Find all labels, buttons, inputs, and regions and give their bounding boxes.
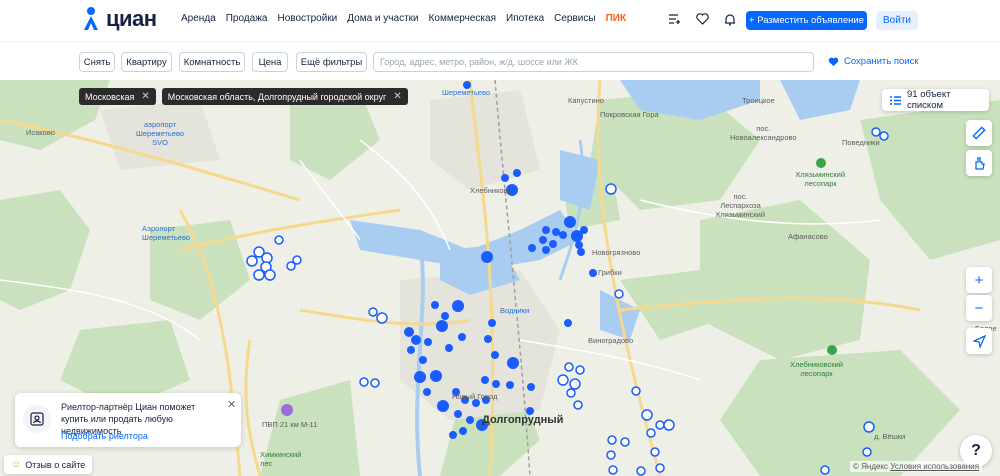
deal-type-filter[interactable]: Снять bbox=[79, 52, 115, 72]
nav-sale[interactable]: Продажа bbox=[226, 13, 268, 24]
map-label-kapustino: Капустино bbox=[568, 96, 604, 105]
map-label-vodniki: Водники bbox=[500, 306, 530, 315]
map-label-khlebnikovo: Хлебниково bbox=[470, 186, 512, 195]
logo-text: циан bbox=[106, 6, 157, 31]
chip-dolgoprudny-district[interactable]: Московская область, Долгопрудный городск… bbox=[161, 88, 408, 105]
chip-label: Московская bbox=[85, 91, 135, 102]
price-filter[interactable]: Цена bbox=[252, 52, 288, 72]
map-label-isakovo: Исаково bbox=[26, 128, 55, 137]
map-label-khlebnikovsky: Хлебниковский лесопарк bbox=[790, 360, 843, 378]
main-nav: Аренда Продажа Новостройки Дома и участк… bbox=[181, 13, 636, 24]
list-view-label: 91 объект списком bbox=[906, 89, 951, 111]
save-search-button[interactable]: Сохранить поиск bbox=[828, 56, 919, 67]
map-label-afanasovo: Афанасово bbox=[788, 232, 828, 241]
yandex-copyright: © Яндекс Условия использования bbox=[850, 461, 983, 472]
draw-area-button[interactable] bbox=[966, 150, 992, 176]
find-realtor-link[interactable]: Подобрать риелтора bbox=[61, 431, 148, 441]
map-label-gribki: Грибки bbox=[598, 268, 622, 277]
list-view-button[interactable]: 91 объект списком bbox=[882, 89, 989, 111]
login-button[interactable]: Войти bbox=[876, 11, 918, 30]
realtor-icon bbox=[23, 405, 51, 433]
map-label-povedniki: Поведники bbox=[842, 138, 880, 147]
more-filters-button[interactable]: Ещё фильтры bbox=[296, 52, 367, 72]
map-label-klyazminsky: Клязьминский лесопарк bbox=[796, 170, 846, 188]
nav-houses[interactable]: Дома и участки bbox=[347, 13, 418, 24]
map-label-vyoshki: д. Вёшки bbox=[874, 432, 906, 441]
compare-icon[interactable] bbox=[667, 12, 681, 26]
location-arrow-icon bbox=[972, 334, 986, 348]
map-label-pvp: ПВП 21 км М-11 bbox=[262, 420, 318, 429]
property-type-filter[interactable]: Квартиру bbox=[121, 52, 172, 72]
minus-icon: − bbox=[974, 299, 984, 317]
list-icon bbox=[890, 95, 901, 105]
map-label-airport-2: Аэропорт Шереметьево bbox=[142, 224, 191, 242]
chip-label: Московская область, Долгопрудный городск… bbox=[167, 91, 387, 102]
nav-pik[interactable]: ПИК bbox=[606, 13, 626, 24]
map-label-dolgoprudny: Долгопрудный bbox=[482, 414, 564, 426]
map-area[interactable]: Капустино Покровская Гора Троицкое Исако… bbox=[0, 80, 1000, 476]
cian-logo[interactable]: циан bbox=[82, 6, 157, 32]
feedback-button[interactable]: ☺ Отзыв о сайте bbox=[4, 455, 92, 474]
map-label-lesparkhoz: пос. Леспархоза Клязьминский bbox=[716, 192, 766, 219]
map-label-novogryaznovo: Новогрязново bbox=[592, 248, 641, 257]
plus-icon: + bbox=[974, 271, 984, 289]
zoom-out-button[interactable]: − bbox=[966, 295, 992, 321]
map-label-vinogradovo: Виноградово bbox=[588, 336, 634, 345]
header-icons bbox=[667, 12, 737, 26]
favorites-heart-icon[interactable] bbox=[695, 12, 709, 26]
save-search-label: Сохранить поиск bbox=[844, 56, 919, 67]
filters-bar: Снять Квартиру Комнатность Цена Ещё филь… bbox=[0, 41, 1000, 80]
rooms-filter[interactable]: Комнатность bbox=[179, 52, 245, 72]
geolocation-button[interactable] bbox=[966, 328, 992, 354]
ruler-icon bbox=[972, 126, 986, 140]
location-search-input[interactable]: Город, адрес, метро, район, ж/д, шоссе и… bbox=[373, 52, 814, 72]
nav-rent[interactable]: Аренда bbox=[181, 13, 216, 24]
realtor-promo-card: Риелтор-партнёр Циан поможет купить или … bbox=[15, 393, 241, 447]
map-label-airport-svo: аэропорт Шереметьево SVO bbox=[136, 120, 185, 147]
ruler-button[interactable] bbox=[966, 120, 992, 146]
nav-services[interactable]: Сервисы bbox=[554, 13, 595, 24]
zoom-in-button[interactable]: + bbox=[966, 267, 992, 293]
map-label-khimkinsky: Химкинский лес bbox=[260, 450, 302, 468]
post-ad-button[interactable]: + Разместить объявление bbox=[746, 11, 867, 30]
yandex-terms-link[interactable]: Условия использования bbox=[890, 462, 979, 471]
heart-icon bbox=[828, 57, 839, 66]
feedback-label: Отзыв о сайте bbox=[25, 459, 86, 470]
close-icon[interactable]: ✕ bbox=[227, 398, 236, 411]
nav-new-buildings[interactable]: Новостройки bbox=[277, 13, 337, 24]
map-label-troitskoe: Троицкое bbox=[742, 96, 775, 105]
smile-icon: ☺ bbox=[11, 459, 22, 470]
map-label-novoaleksandrovo: пос. Новоалександрово bbox=[730, 124, 797, 142]
filter-chips: Московская ✕ Московская область, Долгопр… bbox=[79, 88, 408, 105]
logo-icon bbox=[84, 7, 98, 30]
chip-moskovskaya[interactable]: Московская ✕ bbox=[79, 88, 156, 105]
nav-mortgage[interactable]: Ипотека bbox=[506, 13, 544, 24]
yandex-copyright-text: © Яндекс bbox=[853, 462, 889, 471]
chip-close-icon[interactable]: ✕ bbox=[141, 91, 149, 102]
nav-commercial[interactable]: Коммерческая bbox=[429, 13, 496, 24]
map-label-sheremetyevo: Шереметьево bbox=[442, 88, 491, 97]
map-label-pokrovskaya: Покровская Гора bbox=[600, 110, 659, 119]
hand-draw-icon bbox=[975, 157, 985, 170]
header: циан Аренда Продажа Новостройки Дома и у… bbox=[0, 0, 1000, 41]
chip-close-icon[interactable]: ✕ bbox=[393, 91, 401, 102]
map-label-novy-gorod: Новый Город bbox=[452, 392, 498, 401]
notifications-bell-icon[interactable] bbox=[723, 12, 737, 26]
